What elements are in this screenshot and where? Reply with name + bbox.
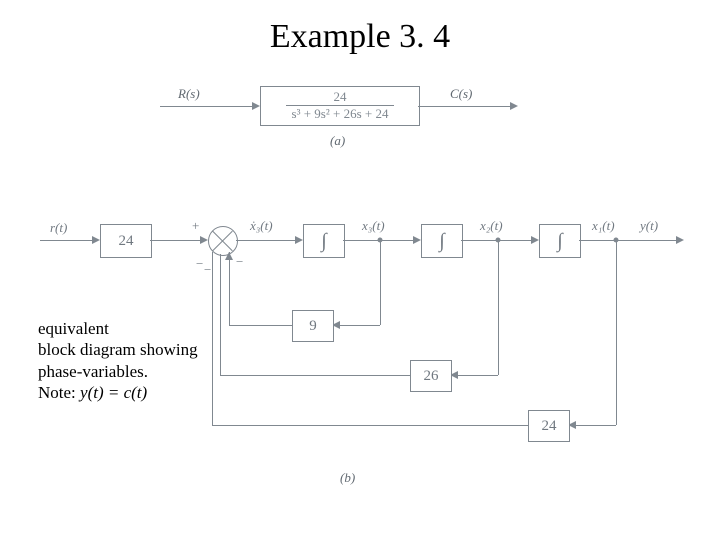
caption-l4b: y(t) = c(t) — [80, 383, 147, 402]
sum-minus-3: − — [196, 256, 203, 272]
feedback-24-box: 24 — [528, 410, 570, 442]
sum-minus-1: − — [236, 254, 243, 270]
sum-plus: + — [192, 218, 199, 234]
integrator-3: ∫ — [539, 224, 581, 258]
feedback-26-box: 26 — [410, 360, 452, 392]
label-x3dot: ẋ₃(t) — [250, 218, 273, 234]
diagram-a: R(s) 24 s³ + 9s² + 26s + 24 C(s) (a) — [160, 78, 540, 158]
page-title: Example 3. 4 — [0, 18, 720, 56]
feedback-9-box: 9 — [292, 310, 334, 342]
transfer-function-box: 24 s³ + 9s² + 26s + 24 — [260, 86, 420, 126]
tf-denominator: s³ + 9s² + 26s + 24 — [286, 106, 395, 122]
tf-numerator: 24 — [286, 89, 395, 106]
label-r: r(t) — [50, 220, 67, 236]
integrator-1: ∫ — [303, 224, 345, 258]
label-y: y(t) — [640, 218, 658, 234]
label-x2: x₂(t) — [480, 218, 503, 234]
label-C: C(s) — [450, 86, 472, 102]
caption-l4a: Note: — [38, 383, 80, 402]
caption-l2: block diagram showing — [38, 339, 238, 360]
sum-minus-2: − — [204, 262, 211, 278]
caption-l1: equivalent — [38, 318, 238, 339]
gain-24-box: 24 — [100, 224, 152, 258]
label-R: R(s) — [178, 86, 200, 102]
caption-l3: phase-variables. — [38, 361, 238, 382]
label-x1: x₁(t) — [592, 218, 615, 234]
caption-block: equivalent block diagram showing phase-v… — [38, 318, 238, 403]
integrator-2: ∫ — [421, 224, 463, 258]
subfig-b-tag: (b) — [340, 470, 355, 486]
subfig-a-tag: (a) — [330, 133, 345, 149]
label-x3: x₃(t) — [362, 218, 385, 234]
